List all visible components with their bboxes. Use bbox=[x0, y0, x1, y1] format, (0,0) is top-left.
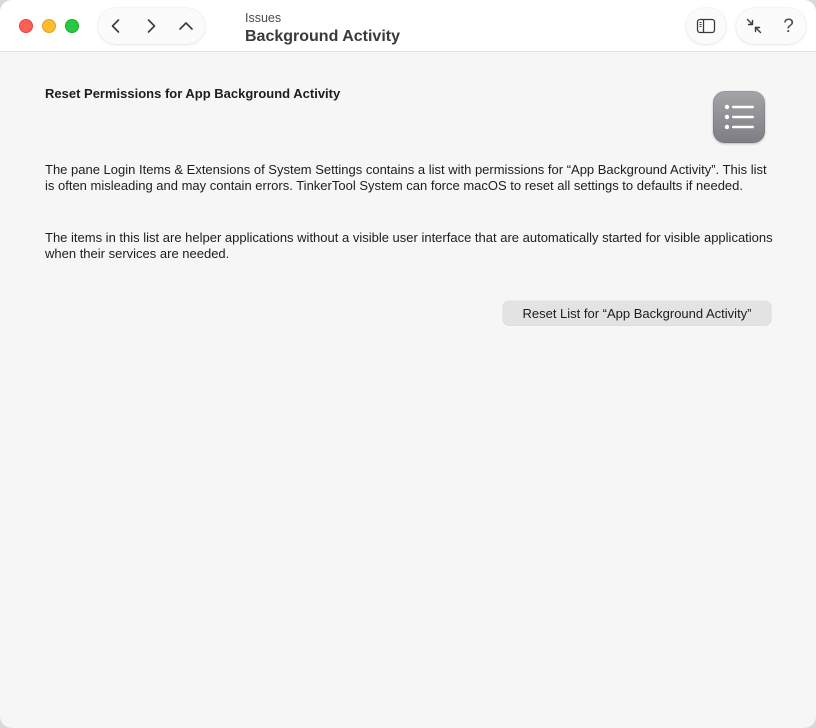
list-icon bbox=[713, 91, 765, 143]
zoom-window-button[interactable] bbox=[65, 19, 79, 33]
collapse-arrows-icon bbox=[746, 18, 761, 34]
window-title: Background Activity bbox=[245, 28, 400, 45]
forward-button[interactable] bbox=[133, 8, 168, 44]
description-paragraph: The pane Login Items & Extensions of Sys… bbox=[45, 162, 767, 193]
back-button[interactable] bbox=[98, 8, 133, 44]
section-heading: Reset Permissions for App Background Act… bbox=[45, 86, 341, 101]
chevron-up-icon bbox=[178, 22, 193, 30]
main-content: Reset Permissions for App Background Act… bbox=[0, 53, 816, 728]
title-bar: Issues Background Activity ? bbox=[0, 0, 816, 52]
navigation-group bbox=[98, 8, 205, 44]
window-actions-group: ? bbox=[736, 8, 806, 44]
help-icon: ? bbox=[783, 15, 794, 37]
reset-list-button[interactable]: Reset List for “App Background Activity” bbox=[503, 301, 771, 325]
window-title-block: Issues Background Activity bbox=[245, 11, 400, 47]
toggle-sidebar-button[interactable] bbox=[686, 8, 726, 44]
sidebar-icon bbox=[696, 18, 716, 34]
chevron-left-icon bbox=[111, 19, 119, 33]
help-button[interactable]: ? bbox=[771, 8, 806, 44]
breadcrumb: Issues bbox=[245, 11, 282, 25]
close-window-button[interactable] bbox=[19, 19, 33, 33]
app-window: Issues Background Activity ? Reset Permi… bbox=[0, 0, 816, 728]
up-button[interactable] bbox=[168, 8, 203, 44]
collapse-button[interactable] bbox=[736, 8, 771, 44]
minimize-window-button[interactable] bbox=[42, 19, 56, 33]
helper-info-paragraph: The items in this list are helper applic… bbox=[45, 230, 773, 261]
chevron-right-icon bbox=[147, 19, 155, 33]
